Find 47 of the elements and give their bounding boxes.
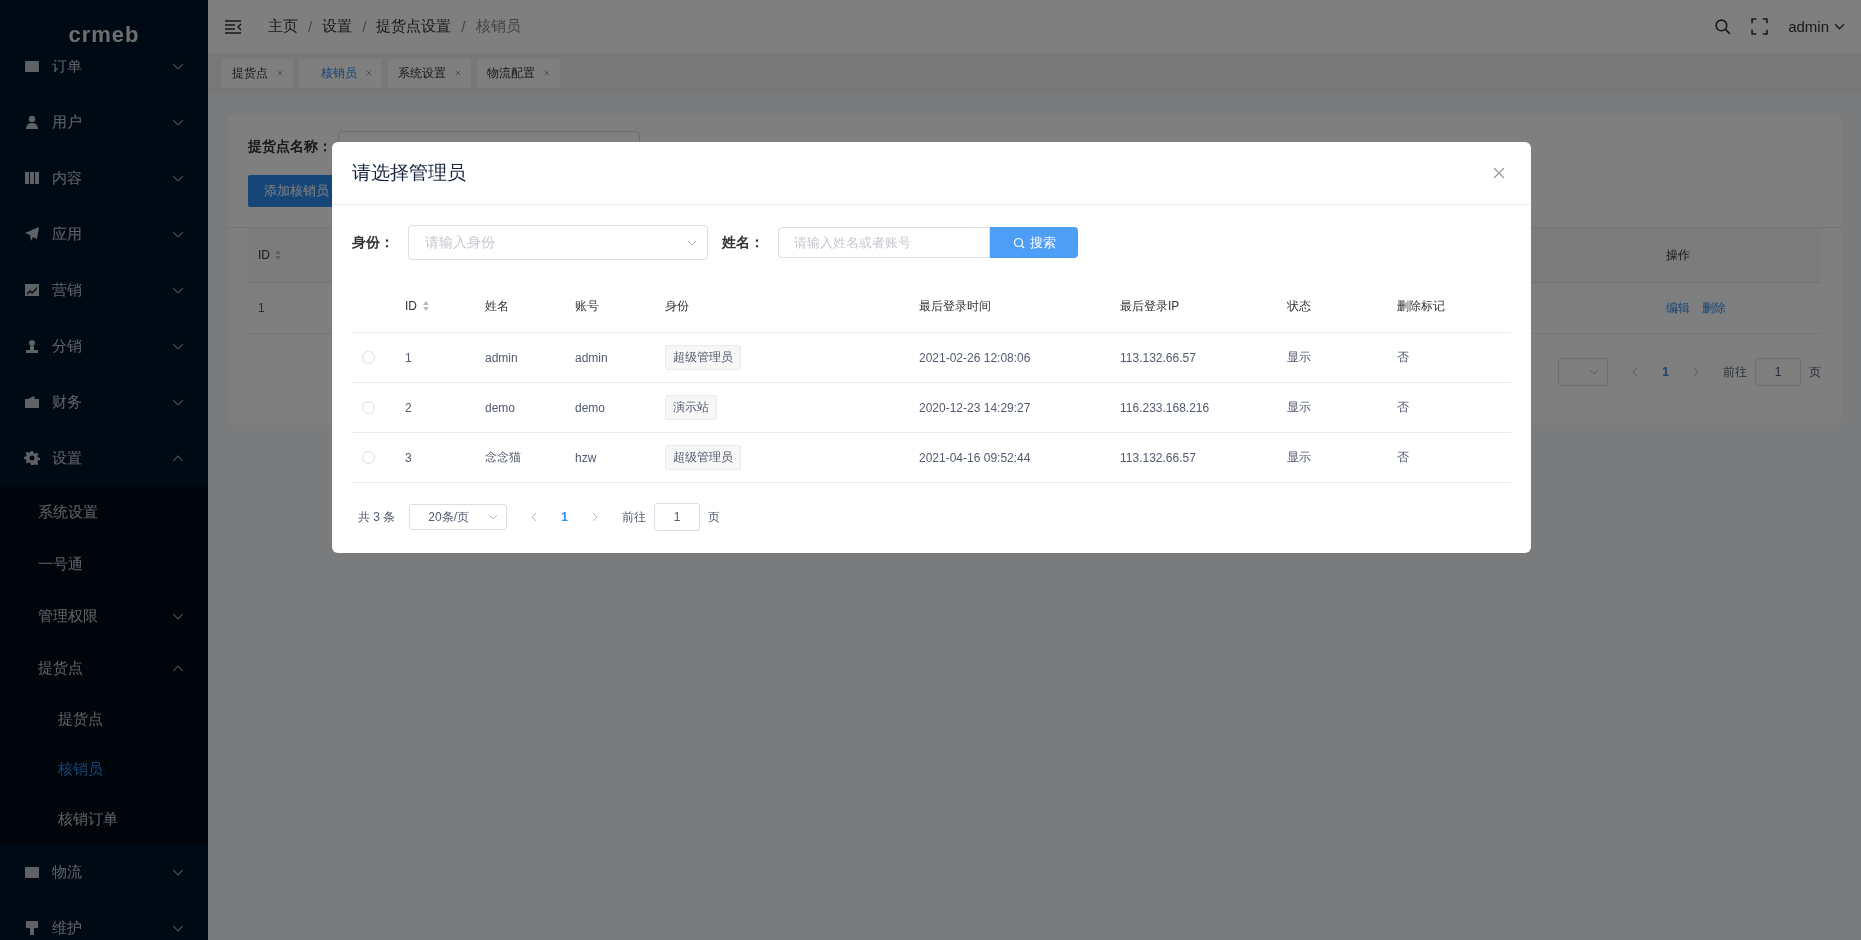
- table-cell: 2: [405, 400, 412, 415]
- table-cell: 113.132.66.57: [1120, 350, 1196, 365]
- role-tag: 演示站: [665, 395, 717, 420]
- table-cell: demo: [485, 400, 516, 415]
- page-unit: 页: [1809, 363, 1821, 381]
- table-cell: 否: [1397, 449, 1409, 466]
- column-header: 最后登录时间: [919, 297, 992, 315]
- table-cell: 2020-12-23 14:29:27: [919, 400, 1031, 415]
- column-header: 身份: [665, 297, 690, 315]
- table-cell: admin: [575, 350, 608, 365]
- page-unit: 页: [708, 508, 721, 526]
- table-cell: 否: [1397, 349, 1409, 366]
- logo: crmeb: [68, 22, 140, 48]
- table-cell: 1: [258, 301, 265, 315]
- breadcrumb-separator: /: [362, 18, 367, 35]
- modal-title: 请选择管理员: [352, 161, 466, 185]
- table-cell: 116.233.168.216: [1120, 400, 1210, 415]
- column-header: 账号: [575, 297, 600, 315]
- table-cell: 显示: [1287, 349, 1311, 366]
- column-header: 删除标记: [1397, 297, 1446, 315]
- filter-label: 姓名：: [722, 233, 764, 252]
- table-cell: 否: [1397, 399, 1409, 416]
- column-header: 状态: [1287, 297, 1312, 315]
- table-cell: 113.132.66.57: [1120, 450, 1196, 465]
- table-cell: 2021-02-26 12:08:06: [919, 350, 1031, 365]
- role-tag: 超级管理员: [665, 345, 741, 370]
- jump-label: 前往: [622, 508, 647, 526]
- table-cell: 1: [405, 350, 412, 365]
- table-cell: 3: [405, 450, 412, 465]
- total-count: 共 3 条: [358, 508, 396, 526]
- column-header: 最后登录IP: [1120, 297, 1181, 315]
- table-cell: demo: [575, 400, 606, 415]
- table-cell: hzw: [575, 450, 597, 465]
- jump-label: 前往: [1723, 363, 1747, 381]
- breadcrumb-separator: /: [461, 18, 466, 35]
- table-cell: 显示: [1287, 399, 1311, 416]
- table-cell: 念念猫: [485, 449, 521, 466]
- table-cell: 2021-04-16 09:52:44: [919, 450, 1031, 465]
- filter-label: 身份：: [352, 233, 394, 252]
- column-header: ID: [405, 299, 485, 313]
- column-header: 操作: [1666, 246, 1691, 264]
- filter-label: 提货点名称：: [248, 138, 332, 156]
- breadcrumb-separator: /: [308, 18, 313, 35]
- column-header: 姓名: [485, 297, 510, 315]
- table-cell: admin: [485, 350, 518, 365]
- table-cell: 显示: [1287, 449, 1311, 466]
- role-tag: 超级管理员: [665, 445, 741, 470]
